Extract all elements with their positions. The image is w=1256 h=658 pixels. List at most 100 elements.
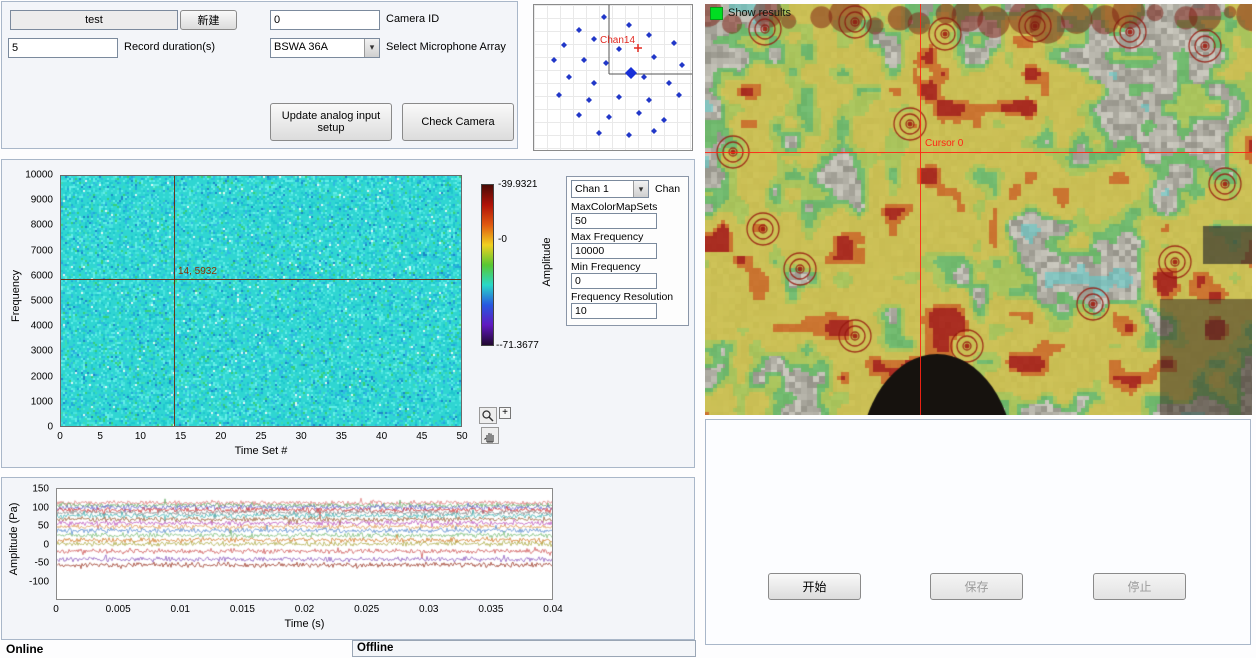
- waveform-xlabel: Time (s): [56, 618, 553, 630]
- max-frequency-input[interactable]: [571, 243, 657, 259]
- array-highlight-label: Chan14: [600, 35, 635, 46]
- camera-view[interactable]: Cursor 0 Show results: [705, 4, 1252, 415]
- spectrogram-xlabel: Time Set #: [60, 445, 462, 457]
- zoom-tool-button[interactable]: [479, 407, 497, 424]
- tick-label: 20: [215, 431, 226, 442]
- show-results-label: Show results: [728, 7, 791, 19]
- tick-label: 150: [32, 484, 49, 495]
- camera-cursor-vline[interactable]: [920, 4, 921, 415]
- max-frequency-label: Max Frequency: [571, 231, 643, 243]
- tick-label: 0.035: [478, 604, 503, 615]
- chevron-down-icon: ▾: [364, 39, 379, 57]
- colorbar-title: Amplitude: [541, 222, 553, 302]
- offline-status-label: Offline: [357, 642, 393, 654]
- tick-label: 15: [175, 431, 186, 442]
- waveform-canvas: [57, 489, 552, 599]
- colorbar: [481, 184, 494, 346]
- spectrogram-cursor-label: 14, 5932: [178, 266, 217, 277]
- tick-label: 35: [336, 431, 347, 442]
- control-panel: 开始 保存 停止: [705, 419, 1251, 645]
- tick-label: 50: [456, 431, 467, 442]
- tick-label: -100: [29, 577, 49, 588]
- max-colormap-input[interactable]: [571, 213, 657, 229]
- max-colormap-label: MaxColorMapSets: [571, 201, 657, 213]
- tick-label: 1000: [31, 396, 53, 407]
- tick-label: 4000: [31, 321, 53, 332]
- tick-label: 25: [255, 431, 266, 442]
- record-duration-label: Record duration(s): [124, 41, 215, 53]
- spectrogram-canvas[interactable]: [61, 176, 461, 426]
- tick-label: 0.02: [295, 604, 314, 615]
- colorbar-max-label: -39.9321: [498, 179, 537, 190]
- spectrogram-panel: Frequency 100009000800070006000500040003…: [1, 159, 695, 468]
- record-duration-input[interactable]: [8, 38, 118, 58]
- acoustic-camera-app: 新建 Camera ID Record duration(s) BSWA 36A…: [0, 0, 1256, 658]
- spectrogram-x-axis: 05101520253035404550: [60, 431, 462, 443]
- camera-cursor-hline[interactable]: [705, 152, 1252, 153]
- mic-array-plot: Chan14: [533, 4, 693, 151]
- min-frequency-label: Min Frequency: [571, 261, 640, 273]
- tick-label: 10000: [25, 170, 53, 181]
- tick-label: 0.01: [171, 604, 190, 615]
- camera-cursor-label: Cursor 0: [925, 138, 963, 149]
- save-button[interactable]: 保存: [930, 573, 1023, 600]
- update-analog-input-button[interactable]: Update analog input setup: [270, 103, 392, 141]
- offline-status-bar: Offline: [352, 640, 696, 657]
- show-results-checkbox[interactable]: [710, 7, 723, 20]
- colorbar-mid-label: -0: [498, 234, 507, 245]
- spectrogram-controls-group: Chan 1 ▾ Chan MaxColorMapSets Max Freque…: [566, 176, 689, 326]
- tick-label: 10: [135, 431, 146, 442]
- tick-label: 0.04: [543, 604, 562, 615]
- channel-select[interactable]: Chan 1 ▾: [571, 180, 649, 198]
- tick-label: 0: [47, 422, 53, 433]
- waveform-plot: [56, 488, 553, 600]
- setup-panel: 新建 Camera ID Record duration(s) BSWA 36A…: [1, 1, 518, 149]
- camera-id-label: Camera ID: [386, 13, 439, 25]
- project-name-input[interactable]: [10, 10, 178, 30]
- mic-array-select[interactable]: BSWA 36A ▾: [270, 38, 380, 58]
- tick-label: 0: [43, 539, 49, 550]
- spectrogram-cursor-vline[interactable]: [174, 176, 175, 426]
- channel-select-value: Chan 1: [572, 181, 633, 197]
- spectrogram-ylabel: Frequency: [10, 256, 22, 336]
- spectrogram-cursor-hline[interactable]: [61, 279, 461, 280]
- tick-label: 0: [57, 431, 63, 442]
- tick-label: 100: [32, 502, 49, 513]
- check-camera-button[interactable]: Check Camera: [402, 103, 514, 141]
- min-frequency-input[interactable]: [571, 273, 657, 289]
- tick-label: 0.015: [230, 604, 255, 615]
- tick-label: 2000: [31, 371, 53, 382]
- start-button[interactable]: 开始: [768, 573, 861, 600]
- mic-array-svg: [534, 5, 692, 150]
- camera-canvas[interactable]: [705, 4, 1252, 415]
- tick-label: 5000: [31, 296, 53, 307]
- tick-label: 5: [97, 431, 103, 442]
- camera-id-input[interactable]: [270, 10, 380, 30]
- tick-label: 40: [376, 431, 387, 442]
- mic-array-label: Select Microphone Array: [386, 41, 506, 53]
- pan-tool-button[interactable]: [481, 427, 499, 444]
- frequency-resolution-input[interactable]: [571, 303, 657, 319]
- waveform-y-axis: 150100500-50-100: [20, 489, 52, 582]
- tick-label: 0.005: [106, 604, 131, 615]
- tick-label: 30: [296, 431, 307, 442]
- tick-label: 3000: [31, 346, 53, 357]
- waveform-panel: Amplitude (Pa) 150100500-50-100 00.0050.…: [1, 477, 695, 640]
- chevron-down-icon: ▾: [633, 181, 648, 197]
- waveform-x-axis: 00.0050.010.0150.020.0250.030.0350.04: [56, 604, 553, 616]
- channel-select-label: Chan: [655, 183, 680, 195]
- spectrogram-plot[interactable]: 14, 5932: [60, 175, 462, 427]
- magnifier-icon: [481, 409, 495, 423]
- stop-button[interactable]: 停止: [1093, 573, 1186, 600]
- mic-array-select-value: BSWA 36A: [271, 39, 364, 57]
- waveform-ylabel: Amplitude (Pa): [8, 494, 20, 584]
- tick-label: -50: [35, 558, 49, 569]
- tick-label: 50: [38, 521, 49, 532]
- new-button[interactable]: 新建: [180, 10, 237, 30]
- frequency-resolution-label: Frequency Resolution: [571, 291, 673, 303]
- tick-label: 0.03: [419, 604, 438, 615]
- spectrogram-y-axis: 1000090008000700060005000400030002000100…: [22, 175, 56, 427]
- zoom-plus-icon[interactable]: +: [499, 407, 511, 419]
- tick-label: 45: [416, 431, 427, 442]
- tick-label: 8000: [31, 220, 53, 231]
